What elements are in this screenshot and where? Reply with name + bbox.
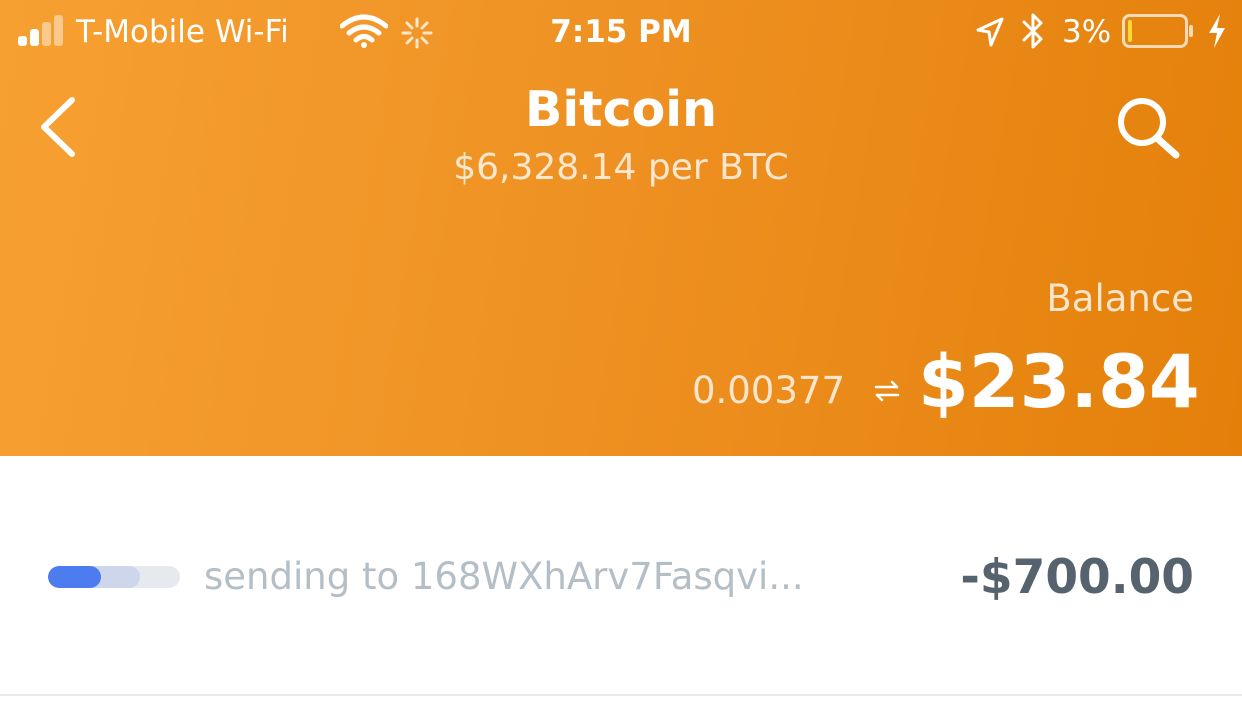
- swap-arrows-icon[interactable]: [872, 380, 902, 402]
- crypto-balance: 0.00377: [691, 369, 845, 412]
- bluetooth-icon: [1022, 13, 1043, 49]
- carrier-name: T-Mobile Wi-Fi: [76, 14, 289, 50]
- price-per-unit: $6,328.14 per BTC: [453, 147, 789, 188]
- battery-percent: 3%: [1062, 14, 1112, 50]
- transaction-row[interactable]: sending to 168WXhArv7Fasqvi... -$700.00: [0, 500, 1242, 660]
- balance-label: Balance: [1046, 277, 1194, 320]
- search-icon[interactable]: [1112, 96, 1184, 162]
- progress-fill: [48, 566, 101, 588]
- signal-icon: [18, 14, 70, 46]
- wifi-icon: [340, 14, 388, 48]
- transaction-progress: [48, 566, 180, 588]
- transaction-description: sending to 168WXhArv7Fasqvi...: [204, 555, 804, 598]
- page-title: Bitcoin: [525, 81, 717, 138]
- status-bar: T-Mobile Wi-Fi 7:15 PM 3%: [0, 0, 1242, 66]
- status-time: 7:15 PM: [550, 14, 692, 50]
- activity-spinner-icon: [401, 17, 433, 49]
- back-button[interactable]: [36, 94, 80, 160]
- location-arrow-icon: [976, 17, 1004, 47]
- battery-icon: [1122, 14, 1193, 48]
- transaction-amount: -$700.00: [960, 550, 1194, 605]
- header: T-Mobile Wi-Fi 7:15 PM 3% Bitcoin $6,328…: [0, 0, 1242, 456]
- fiat-balance: $23.84: [918, 340, 1200, 425]
- charging-bolt-icon: [1209, 14, 1225, 48]
- row-divider: [0, 694, 1242, 696]
